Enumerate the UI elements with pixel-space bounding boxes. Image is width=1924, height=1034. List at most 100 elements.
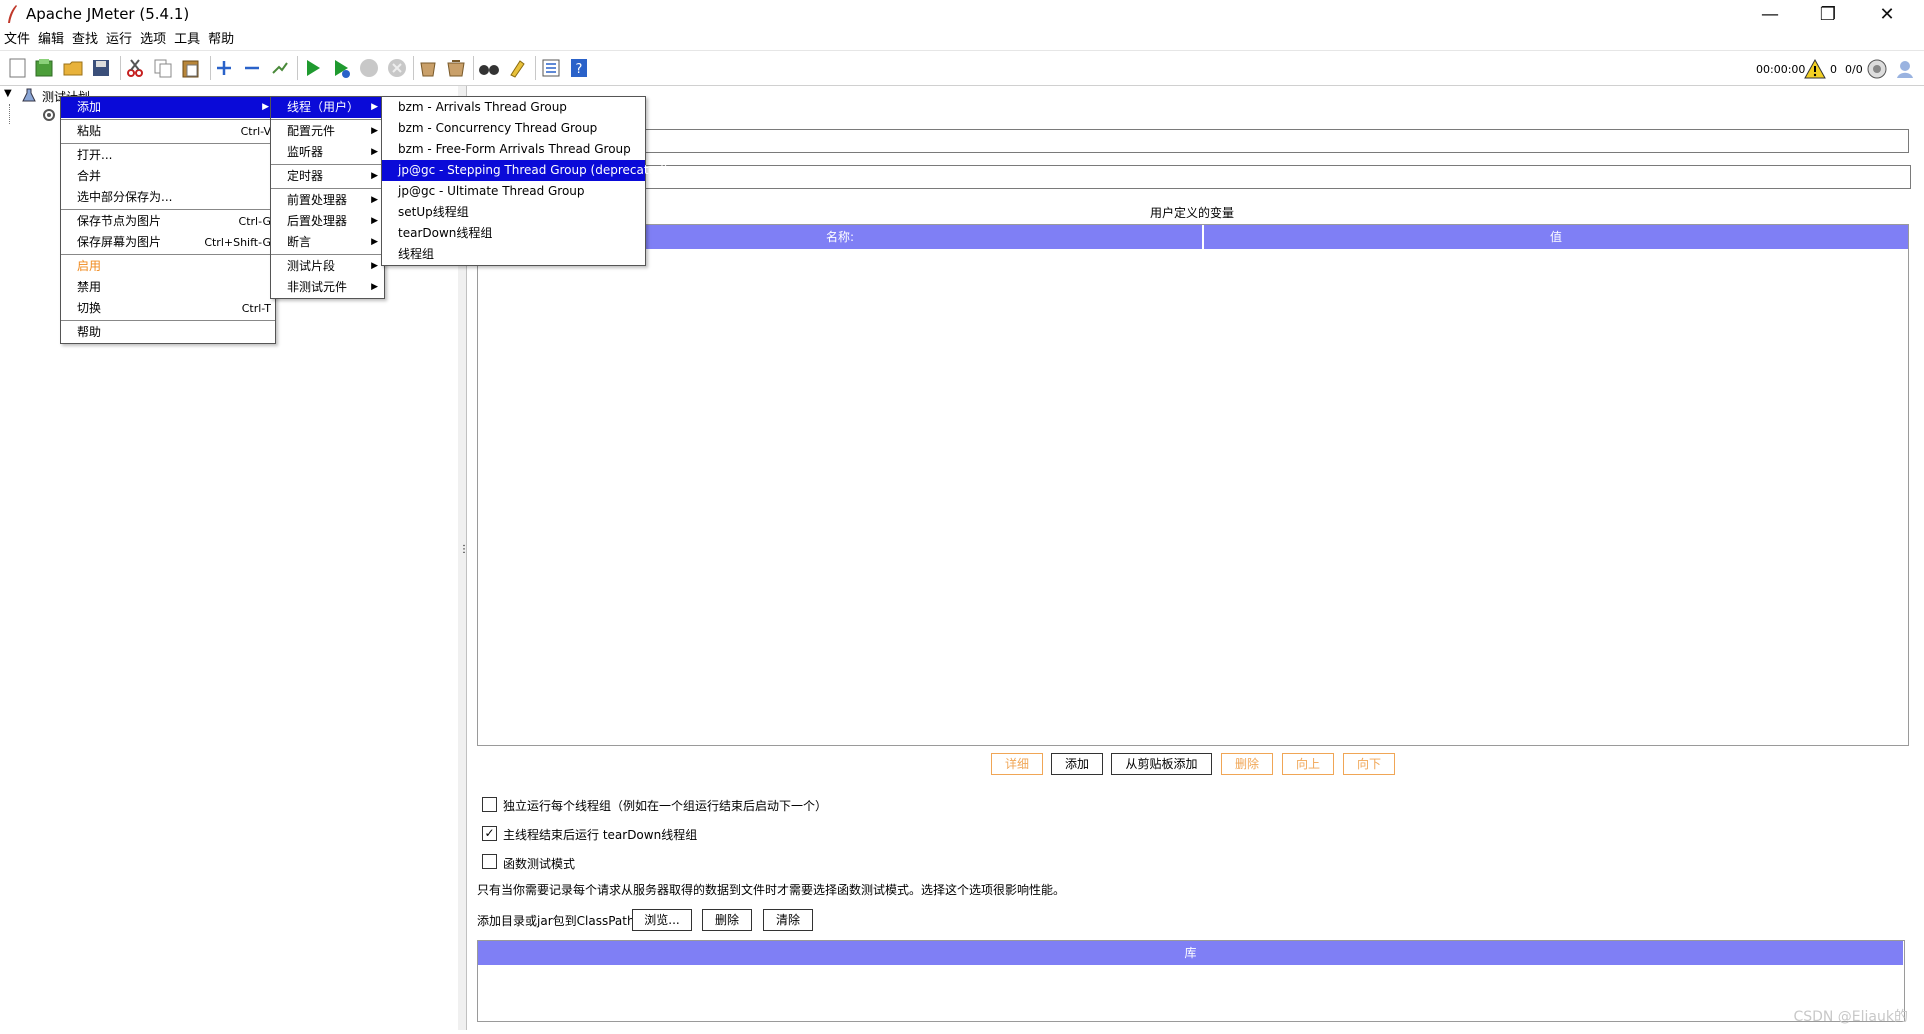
add-from-clipboard-button[interactable]: 从剪贴板添加 [1111,753,1212,775]
templates-icon[interactable] [33,57,55,79]
save-icon[interactable] [90,57,112,79]
add-submenu-pre-processor[interactable]: 前置处理器 ▶ [271,190,384,211]
open-folder-icon[interactable] [62,57,84,79]
functional-test-mode-checkbox[interactable] [482,854,497,869]
menu-file[interactable]: 文件 [0,30,34,50]
toolbar: ? 00:00:00 0 0/0 [0,51,1924,86]
stop-icon[interactable] [358,57,380,79]
functional-mode-label: 函数测试模式 [503,857,576,871]
svg-text:?: ? [576,62,583,77]
context-menu-merge[interactable]: 合并 [61,166,275,187]
test-plan-comments-field[interactable] [644,165,1911,189]
cut-icon[interactable] [124,57,146,79]
add-submenu-config-element[interactable]: 配置元件 ▶ [271,121,384,142]
delete-variable-button[interactable]: 删除 [1221,753,1273,775]
elapsed-timer: 00:00:00 [1756,63,1806,76]
menu-edit[interactable]: 编辑 [34,30,68,50]
tree-collapse-toggle-icon[interactable]: ▼ [4,88,12,99]
close-button[interactable]: ✕ [1864,0,1910,30]
add-submenu: 线程（用户） ▶ 配置元件 ▶ 监听器 ▶ 定时器 ▶ 前置处理器 ▶ 后置处理器 ▶ 断言… [270,96,385,299]
context-menu-open[interactable]: 打开... [61,145,275,166]
context-menu-save-selection[interactable]: 选中部分保存为... [61,187,275,208]
udv-table[interactable] [477,224,1909,746]
context-menu-enable[interactable]: 启用 [61,256,275,277]
warning-icon[interactable] [1804,59,1826,79]
udv-section-title: 用户定义的变量 [1150,206,1235,220]
start-no-pauses-icon[interactable] [330,57,352,79]
udv-column-value[interactable]: 值 [1203,225,1908,249]
run-teardown-checkbox[interactable]: ✓ [482,826,497,841]
add-submenu-non-test-elements[interactable]: 非测试元件 ▶ [271,277,384,298]
window-title: Apache JMeter (5.4.1) [26,5,190,23]
classpath-label: 添加目录或jar包到ClassPath [477,914,635,928]
thread-group-bzm-concurrency[interactable]: bzm - Concurrency Thread Group [382,118,645,139]
add-variable-button[interactable]: 添加 [1051,753,1103,775]
run-thread-groups-serially-checkbox[interactable] [482,797,497,812]
context-menu-add[interactable]: 添加 ▶ [61,97,275,118]
menu-options[interactable]: 选项 [136,30,170,50]
functional-mode-note: 只有当你需要记录每个请求从服务器取得的数据到文件时才需要选择函数测试模式。选择这… [477,883,1066,897]
run-teardown-label: 主线程结束后运行 tearDown线程组 [503,828,698,842]
add-submenu-listener[interactable]: 监听器 ▶ [271,142,384,163]
add-submenu-threads[interactable]: 线程（用户） ▶ [271,97,384,118]
running-indicator-icon [1867,59,1887,79]
function-helper-icon[interactable] [540,57,562,79]
thread-group-teardown[interactable]: tearDown线程组 [382,223,645,244]
menu-bar: 文件 编辑 查找 运行 选项 工具 帮助 [0,30,1924,51]
context-menu-toggle[interactable]: 切换 Ctrl-T [61,298,275,319]
add-submenu-assertion[interactable]: 断言 ▶ [271,232,384,253]
expand-all-icon[interactable] [213,57,235,79]
jmeter-feather-icon [8,5,17,23]
new-file-icon[interactable] [7,57,29,79]
help-icon[interactable]: ? [568,57,590,79]
log-viewer-icon[interactable] [1894,58,1916,80]
detail-button[interactable]: 详细 [991,753,1043,775]
move-down-button[interactable]: 向下 [1343,753,1395,775]
thread-group-jpgc-stepping[interactable]: jp@gc - Stepping Thread Group (deprecate… [382,160,668,181]
add-submenu-test-fragment[interactable]: 测试片段 ▶ [271,256,384,277]
test-plan-flask-icon [22,88,36,102]
menu-tools[interactable]: 工具 [170,30,204,50]
csdn-watermark: CSDN @Eliauk的 [1793,1009,1908,1025]
classpath-clear-button[interactable]: 清除 [763,909,813,931]
test-plan-name-field[interactable] [644,129,1909,153]
warning-count: 0 [1830,63,1837,76]
context-menu-paste[interactable]: 粘贴 Ctrl-V [61,121,275,142]
context-menu-help[interactable]: 帮助 [61,322,275,343]
context-menu-save-screen-image[interactable]: 保存屏幕为图片 Ctrl+Shift-G [61,232,275,253]
collapse-all-icon[interactable] [241,57,263,79]
shutdown-icon[interactable] [386,57,408,79]
menu-search[interactable]: 查找 [68,30,102,50]
title-bar: Apache JMeter (5.4.1) — ❐ ✕ [0,0,1924,30]
thread-group-bzm-arrivals[interactable]: bzm - Arrivals Thread Group [382,97,645,118]
workbench-gear-icon[interactable] [42,108,56,122]
paste-icon[interactable] [180,57,202,79]
tree-context-menu: 添加 ▶ 粘贴 Ctrl-V 打开... 合并 选中部分保存为... 保存节点为图片… [60,96,276,344]
classpath-delete-button[interactable]: 删除 [702,909,752,931]
thread-group-jpgc-ultimate[interactable]: jp@gc - Ultimate Thread Group [382,181,645,202]
thread-group-setup[interactable]: setUp线程组 [382,202,645,223]
clear-all-icon[interactable] [445,57,467,79]
browse-button[interactable]: 浏览... [632,909,692,931]
thread-group-bzm-free-form[interactable]: bzm - Free-Form Arrivals Thread Group [382,139,645,160]
move-up-button[interactable]: 向上 [1282,753,1334,775]
context-menu-disable[interactable]: 禁用 [61,277,275,298]
copy-icon[interactable] [152,57,174,79]
context-menu-save-node-image[interactable]: 保存节点为图片 Ctrl-G [61,211,275,232]
search-binoculars-icon[interactable] [478,57,500,79]
add-submenu-timer[interactable]: 定时器 ▶ [271,166,384,187]
reset-search-icon[interactable] [506,57,528,79]
clear-icon[interactable] [417,57,439,79]
thread-count: 0/0 [1845,63,1863,76]
menu-help[interactable]: 帮助 [204,30,238,50]
menu-run[interactable]: 运行 [102,30,136,50]
thread-group-standard[interactable]: 线程组 [382,244,645,265]
toggle-icon[interactable] [269,57,291,79]
maximize-button[interactable]: ❐ [1805,0,1851,30]
minimize-button[interactable]: — [1747,0,1793,30]
add-submenu-post-processor[interactable]: 后置处理器 ▶ [271,211,384,232]
threads-submenu: bzm - Arrivals Thread Group bzm - Concur… [381,96,668,266]
start-icon[interactable] [302,57,324,79]
run-serially-label: 独立运行每个线程组（例如在一个组运行结束后启动下一个） [503,799,828,813]
library-column-header[interactable]: 库 [478,941,1903,965]
